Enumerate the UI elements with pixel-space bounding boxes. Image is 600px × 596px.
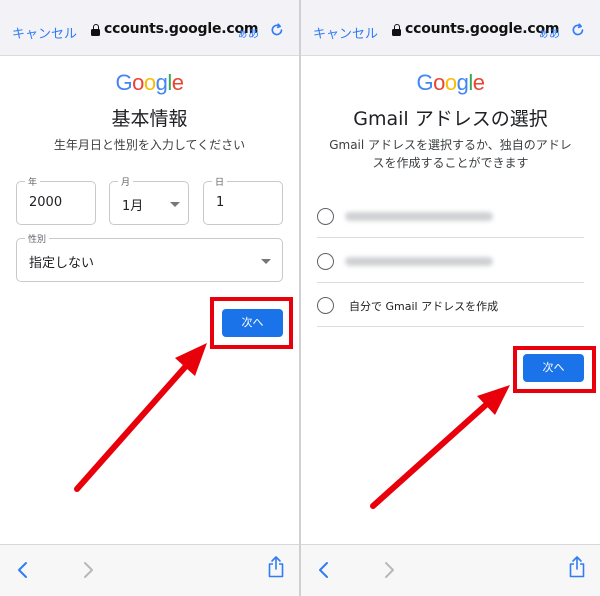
red-arrow (74, 343, 207, 492)
red-arrow (370, 385, 510, 509)
red-arrow-overlay (74, 343, 510, 509)
